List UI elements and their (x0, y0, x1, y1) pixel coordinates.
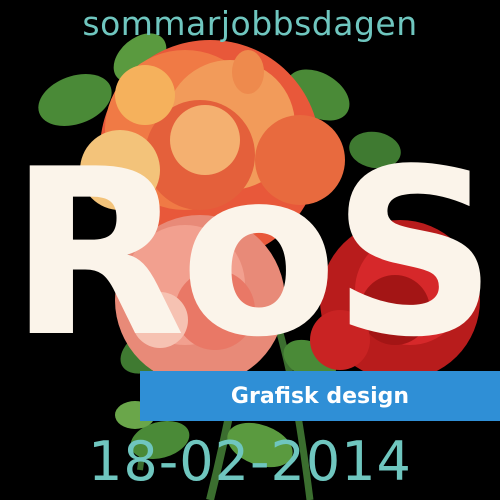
event-date: 18-02-2014 (88, 430, 412, 493)
category-banner: Grafisk design (140, 371, 500, 421)
category-label: Grafisk design (230, 383, 410, 409)
poster: sommarjobbsdagen RoS Grafisk design 18-0… (0, 0, 500, 500)
ros-logo: RoS (8, 121, 498, 388)
event-name-heading: sommarjobbsdagen (82, 4, 418, 43)
